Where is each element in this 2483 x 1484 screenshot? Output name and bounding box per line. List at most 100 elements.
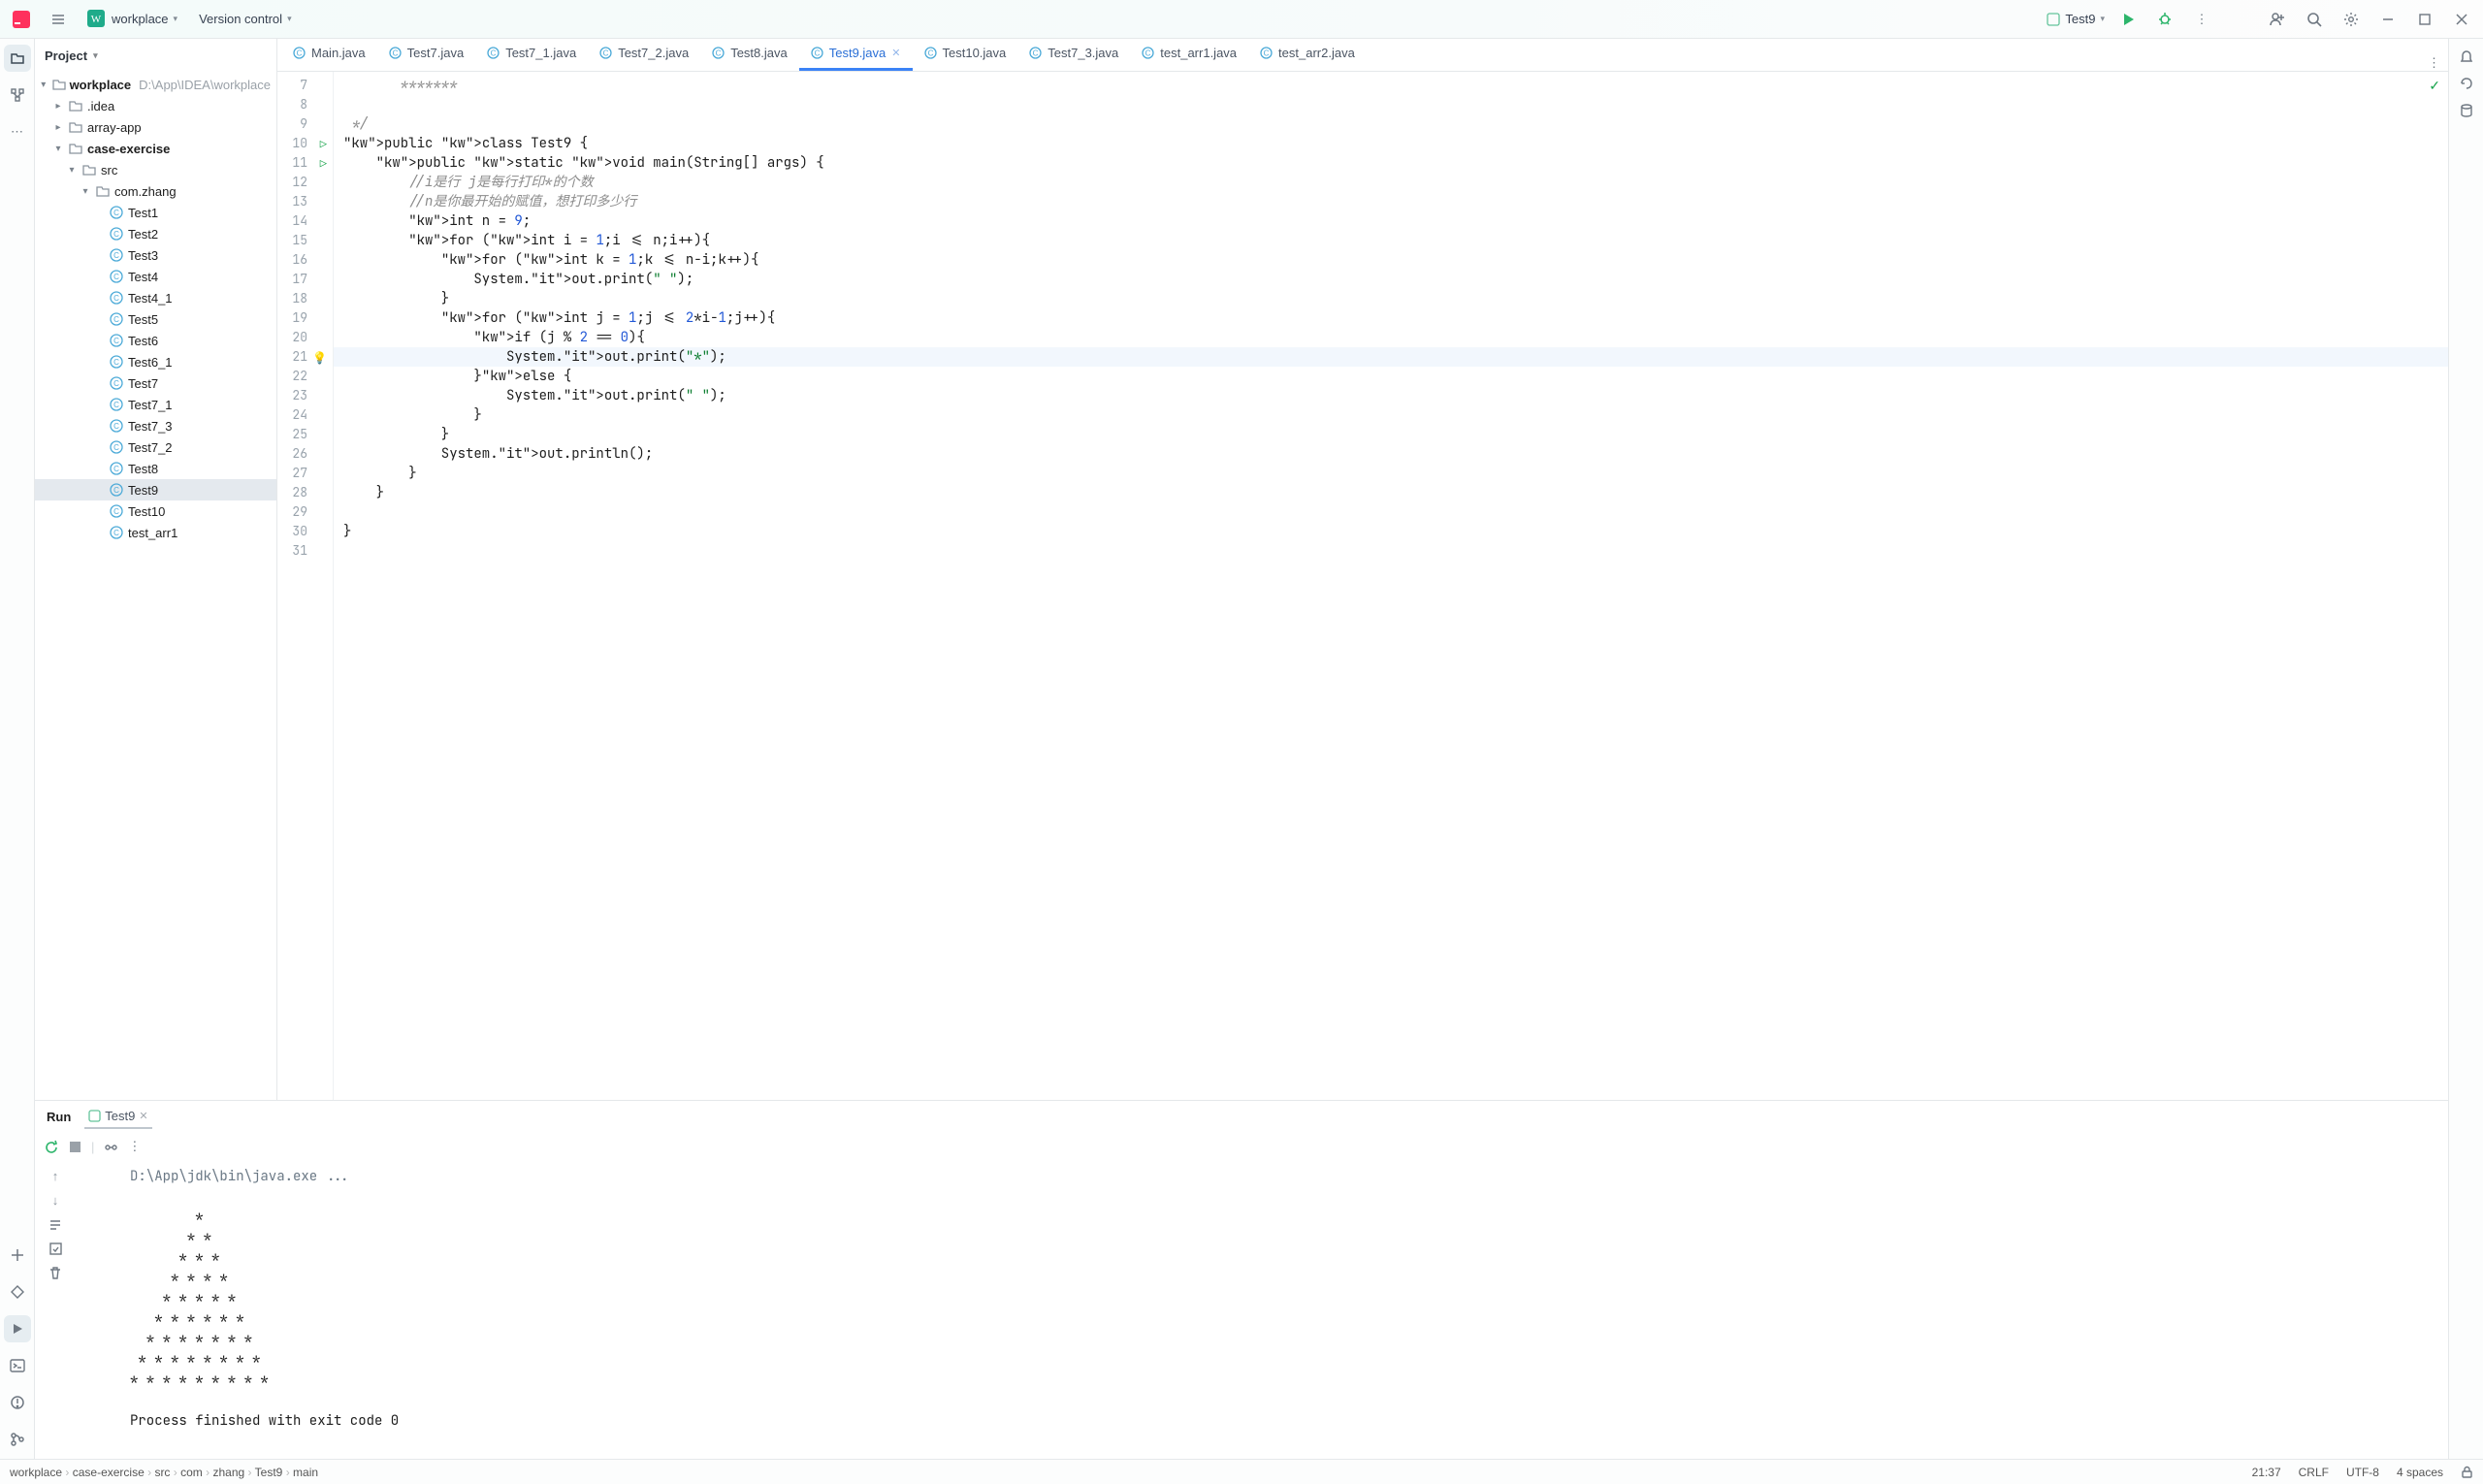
right-toolstrip (2448, 39, 2483, 1459)
problems-tool-icon[interactable] (4, 1389, 31, 1416)
run-tool-icon[interactable] (4, 1315, 31, 1342)
run-gutter-icon[interactable]: ▷ (320, 135, 327, 154)
editor-tab[interactable]: Ctest_arr2.java (1248, 39, 1367, 71)
scroll-icon[interactable] (48, 1242, 63, 1256)
run-button[interactable] (2114, 6, 2142, 33)
build-tool-icon[interactable] (4, 1278, 31, 1306)
svg-text:W: W (91, 14, 102, 25)
soft-wrap-icon[interactable] (48, 1217, 63, 1232)
svg-text:C: C (1145, 49, 1151, 58)
editor-tab[interactable]: CTest7.java (377, 39, 476, 71)
tabs-more-icon[interactable]: ⋮ (2420, 55, 2448, 71)
up-arrow-icon[interactable]: ↑ (52, 1169, 59, 1183)
lock-icon[interactable] (2461, 1466, 2473, 1478)
tree-node[interactable]: CTest10 (35, 500, 276, 522)
tree-node[interactable]: CTest7_1 (35, 394, 276, 415)
editor-tab[interactable]: CTest7_2.java (588, 39, 700, 71)
editor-tabs[interactable]: CMain.javaCTest7.javaCTest7_1.javaCTest7… (277, 39, 2448, 72)
indent-info[interactable]: 4 spaces (2397, 1466, 2443, 1479)
svg-text:C: C (1033, 49, 1039, 58)
svg-text:C: C (927, 49, 933, 58)
tree-node[interactable]: CTest3 (35, 244, 276, 266)
tree-node[interactable]: CTest4_1 (35, 287, 276, 308)
breadcrumb[interactable]: workplace › case-exercise › src › com › … (10, 1466, 318, 1479)
maximize-icon[interactable] (2411, 6, 2438, 33)
run-toolbar: | ⋮ (35, 1132, 2448, 1161)
project-tree[interactable]: ▾workplaceD:\App\IDEA\workplace▸.idea▸ar… (35, 72, 276, 1100)
hamburger-icon[interactable] (45, 6, 72, 33)
more-icon[interactable]: ⋮ (128, 1139, 141, 1154)
bookmark-tool-icon[interactable] (4, 1242, 31, 1269)
project-tool-icon[interactable] (4, 45, 31, 72)
intention-bulb-icon[interactable]: 💡 (312, 348, 327, 368)
database-icon[interactable] (2459, 103, 2474, 118)
line-ending[interactable]: CRLF (2299, 1466, 2329, 1479)
editor-area: CMain.javaCTest7.javaCTest7_1.javaCTest7… (277, 39, 2448, 1100)
debug-button[interactable] (2151, 6, 2178, 33)
inspection-ok-icon[interactable]: ✓ (2429, 78, 2440, 94)
svg-text:C: C (113, 486, 119, 495)
tree-node[interactable]: CTest7_3 (35, 415, 276, 436)
svg-text:C: C (392, 49, 398, 58)
tree-node[interactable]: CTest1 (35, 202, 276, 223)
project-selector[interactable]: W workplace ▾ (81, 6, 183, 33)
tree-node[interactable]: CTest8 (35, 458, 276, 479)
tree-node[interactable]: CTest9 (35, 479, 276, 500)
editor-gutter: 78910▷11▷12131415161718192021💡2223242526… (277, 72, 334, 1100)
tree-node[interactable]: CTest7 (35, 372, 276, 394)
tree-node[interactable]: CTest6 (35, 330, 276, 351)
svg-text:C: C (113, 422, 119, 431)
encoding[interactable]: UTF-8 (2346, 1466, 2379, 1479)
run-config-selector[interactable]: Test9 ▾ (2047, 12, 2105, 26)
svg-text:C: C (113, 379, 119, 388)
run-panel-title: Run (47, 1110, 71, 1124)
tree-node[interactable]: CTest4 (35, 266, 276, 287)
tree-node[interactable]: ▾src (35, 159, 276, 180)
ai-tool-icon[interactable] (2459, 76, 2474, 91)
close-icon[interactable]: ✕ (891, 47, 900, 59)
tree-node[interactable]: ▾case-exercise (35, 138, 276, 159)
console-output[interactable]: D:\App\jdk\bin\java.exe ... * * * * * * … (76, 1161, 2448, 1459)
editor-tab[interactable]: CTest7_3.java (1017, 39, 1130, 71)
code-editor[interactable]: ******* */"kw">public "kw">class Test9 {… (334, 72, 2448, 1100)
run-gutter-icon[interactable]: ▷ (320, 154, 327, 174)
filter-icon[interactable] (104, 1140, 118, 1154)
down-arrow-icon[interactable]: ↓ (52, 1193, 59, 1208)
tree-node[interactable]: CTest7_2 (35, 436, 276, 458)
tree-node[interactable]: CTest5 (35, 308, 276, 330)
search-icon[interactable] (2301, 6, 2328, 33)
vcs-menu[interactable]: Version control ▾ (193, 8, 298, 30)
close-icon[interactable]: ✕ (139, 1110, 147, 1122)
settings-icon[interactable] (2338, 6, 2365, 33)
svg-text:C: C (113, 294, 119, 303)
git-tool-icon[interactable] (4, 1426, 31, 1453)
tree-node[interactable]: CTest2 (35, 223, 276, 244)
project-panel-header[interactable]: Project ▾ (35, 39, 276, 72)
rerun-icon[interactable] (45, 1140, 59, 1154)
terminal-tool-icon[interactable] (4, 1352, 31, 1379)
trash-icon[interactable] (48, 1266, 62, 1279)
caret-position[interactable]: 21:37 (2252, 1466, 2281, 1479)
tree-node[interactable]: ▸.idea (35, 95, 276, 116)
tree-node[interactable]: CTest6_1 (35, 351, 276, 372)
tree-node[interactable]: ▸array-app (35, 116, 276, 138)
editor-tab[interactable]: CMain.java (281, 39, 377, 71)
editor-tab[interactable]: Ctest_arr1.java (1130, 39, 1248, 71)
tree-node[interactable]: ▾com.zhang (35, 180, 276, 202)
add-user-icon[interactable] (2264, 6, 2291, 33)
editor-tab[interactable]: CTest8.java (700, 39, 799, 71)
run-tab[interactable]: Test9 ✕ (84, 1105, 151, 1129)
editor-tab[interactable]: CTest10.java (913, 39, 1018, 71)
structure-tool-icon[interactable] (4, 81, 31, 109)
notifications-icon[interactable] (2459, 48, 2474, 64)
tree-node[interactable]: ▾workplaceD:\App\IDEA\workplace (35, 74, 276, 95)
editor-tab[interactable]: CTest9.java✕ (799, 39, 913, 71)
minimize-icon[interactable] (2374, 6, 2402, 33)
more-menu-icon[interactable]: ⋮ (2188, 6, 2215, 33)
more-tool-icon[interactable]: ⋯ (4, 118, 31, 145)
close-icon[interactable] (2448, 6, 2475, 33)
svg-text:C: C (113, 358, 119, 367)
editor-tab[interactable]: CTest7_1.java (475, 39, 588, 71)
tree-node[interactable]: Ctest_arr1 (35, 522, 276, 543)
stop-icon[interactable] (69, 1141, 81, 1153)
